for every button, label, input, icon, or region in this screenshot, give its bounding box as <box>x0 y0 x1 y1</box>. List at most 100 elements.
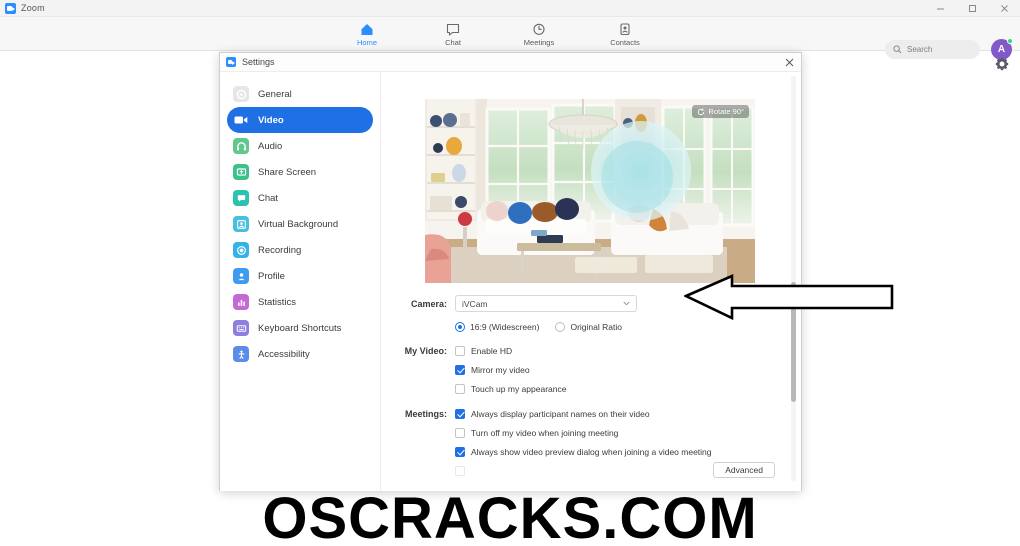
sidebar-label-statistics: Statistics <box>258 296 297 308</box>
sidebar-item-recording[interactable]: Recording <box>227 237 373 263</box>
share-screen-icon <box>233 164 249 180</box>
sidebar-item-keyboard-shortcuts[interactable]: Keyboard Shortcuts <box>227 315 373 341</box>
settings-dialog-title: Settings <box>242 57 275 67</box>
sidebar-label-profile: Profile <box>258 270 285 282</box>
nav-items: Home Chat Meetings Contacts <box>350 17 642 51</box>
person-frame-icon <box>233 216 249 232</box>
chevron-down-icon <box>623 300 630 308</box>
watermark-text: OSCRACKS.COM <box>262 486 758 546</box>
nav-label-contacts: Contacts <box>610 37 640 47</box>
zoom-icon <box>226 57 236 67</box>
checkbox-enable-hd-control <box>455 345 465 356</box>
sidebar-item-accessibility[interactable]: Accessibility <box>227 341 373 367</box>
sidebar-item-statistics[interactable]: Statistics <box>227 289 373 315</box>
zoom-application-window: Zoom Home Chat Meetings Contacts Search … <box>0 0 1020 546</box>
radio-original-ratio-control <box>555 321 566 332</box>
sidebar-item-profile[interactable]: Profile <box>227 263 373 289</box>
settings-dialog-body: General Video Audio Share Screen Chat Vi… <box>220 72 801 491</box>
nav-item-meetings[interactable]: Meetings <box>522 17 556 51</box>
settings-scrollbar-thumb[interactable] <box>791 282 796 402</box>
keyboard-icon <box>233 320 249 336</box>
checkbox-mirror-my-video-label: Mirror my video <box>471 364 530 375</box>
settings-dialog-footer: Advanced <box>220 456 801 490</box>
sidebar-label-chat: Chat <box>258 192 279 204</box>
search-icon <box>893 41 902 59</box>
window-controls <box>924 0 1020 17</box>
sidebar-label-share-screen: Audio <box>258 140 283 152</box>
chat-bubble-icon <box>233 190 249 206</box>
nav-label-home: Home <box>356 37 377 47</box>
sidebar-item-audio[interactable]: Audio <box>227 133 373 159</box>
checkbox-mirror-my-video-control <box>455 364 465 375</box>
zoom-app-icon <box>5 2 16 14</box>
status-badge <box>1007 38 1013 44</box>
gear-icon[interactable] <box>994 56 1010 72</box>
checkbox-display-participant-names-label: Always display participant names on thei… <box>471 408 650 419</box>
checkbox-always-show-video-preview-control <box>455 446 465 457</box>
avatar-initial: A <box>997 44 1006 55</box>
radio-16-9-control <box>455 321 465 332</box>
minimize-button[interactable] <box>924 0 956 17</box>
sidebar-item-video[interactable]: Video <box>227 107 373 133</box>
my-video-row: My Video: Enable HD <box>381 341 801 360</box>
sidebar-label-video: Video <box>258 114 284 126</box>
headphones-icon <box>233 138 249 154</box>
checkbox-turn-off-video-on-join[interactable]: Turn off my video when joining meeting <box>455 423 618 442</box>
sidebar-item-chat[interactable]: Chat <box>227 185 373 211</box>
radio-16-9[interactable]: 16:9 (Widescreen) <box>455 321 540 332</box>
sidebar-label-recording: Recording <box>258 244 302 256</box>
sidebar-item-virtual-background[interactable]: Virtual Background <box>227 211 373 237</box>
rotate-label: Rotate 90° <box>708 107 744 116</box>
nav-label-meetings: Meetings <box>523 37 555 47</box>
advanced-button[interactable]: Advanced <box>713 462 775 478</box>
sidebar-label-accessibility: Accessibility <box>258 348 310 360</box>
nav-label-chat: Chat <box>445 37 461 47</box>
record-dot-icon <box>233 242 249 258</box>
sidebar-label-keyboard-shortcuts: Keyboard Shortcuts <box>258 322 342 334</box>
aspect-ratio-row: 16:9 (Widescreen) Original Ratio <box>381 317 801 336</box>
settings-sidebar: General Video Audio Share Screen Chat Vi… <box>220 72 381 491</box>
checkbox-mirror-my-video[interactable]: Mirror my video <box>455 360 530 379</box>
clock-icon <box>532 22 546 37</box>
checkbox-display-participant-names-control <box>455 408 465 419</box>
search-input[interactable]: Search <box>885 40 980 59</box>
nav-item-contacts[interactable]: Contacts <box>608 17 642 51</box>
accessibility-icon <box>233 346 249 362</box>
maximize-button[interactable] <box>956 0 988 17</box>
checkbox-display-participant-names[interactable]: Always display participant names on thei… <box>455 404 650 423</box>
radio-original-ratio[interactable]: Original Ratio <box>555 321 622 332</box>
nav-item-home[interactable]: Home <box>350 17 384 51</box>
nav-item-chat[interactable]: Chat <box>436 17 470 51</box>
checkbox-touch-up-appearance[interactable]: Touch up my appearance <box>455 379 566 398</box>
checkbox-turn-off-video-on-join-control <box>455 427 465 438</box>
turn-off-video-row: Turn off my video when joining meeting <box>381 423 801 442</box>
settings-close-button[interactable] <box>781 55 797 70</box>
radio-original-ratio-label: Original Ratio <box>570 321 622 332</box>
sidebar-label-share: Share Screen <box>258 166 317 178</box>
camera-label: Camera: <box>410 298 447 309</box>
settings-scrollbar-track[interactable] <box>791 76 796 481</box>
meetings-row: Meetings: Always display participant nam… <box>381 404 801 423</box>
camera-select-value: iVCam <box>462 298 488 309</box>
checkbox-turn-off-video-on-join-label: Turn off my video when joining meeting <box>471 427 619 438</box>
video-camera-icon <box>233 112 249 128</box>
chat-bubble-icon <box>446 22 460 37</box>
meetings-label: Meetings: <box>404 408 447 419</box>
search-placeholder: Search <box>907 45 933 54</box>
checkbox-touch-up-appearance-label: Touch up my appearance <box>471 383 567 394</box>
close-button[interactable] <box>988 0 1020 17</box>
checkbox-enable-hd-label: Enable HD <box>471 345 513 356</box>
settings-dialog-titlebar: Settings <box>220 53 801 72</box>
rotate-90-button[interactable]: Rotate 90° <box>692 105 749 118</box>
camera-select[interactable]: iVCam <box>455 295 637 312</box>
sidebar-item-share-screen[interactable]: Share Screen <box>227 159 373 185</box>
video-settings-panel: Rotate 90° Camera: iVCam 16:9 (Widescree… <box>381 72 801 491</box>
checkbox-enable-hd[interactable]: Enable HD <box>455 341 512 360</box>
contact-card-icon <box>618 22 632 37</box>
home-icon <box>360 22 374 37</box>
my-video-label: My Video: <box>404 345 447 356</box>
sidebar-item-general[interactable]: General <box>227 81 373 107</box>
os-window-title: Zoom <box>21 3 45 13</box>
touch-up-row: Touch up my appearance <box>381 379 801 398</box>
radio-16-9-label: 16:9 (Widescreen) <box>470 321 540 332</box>
